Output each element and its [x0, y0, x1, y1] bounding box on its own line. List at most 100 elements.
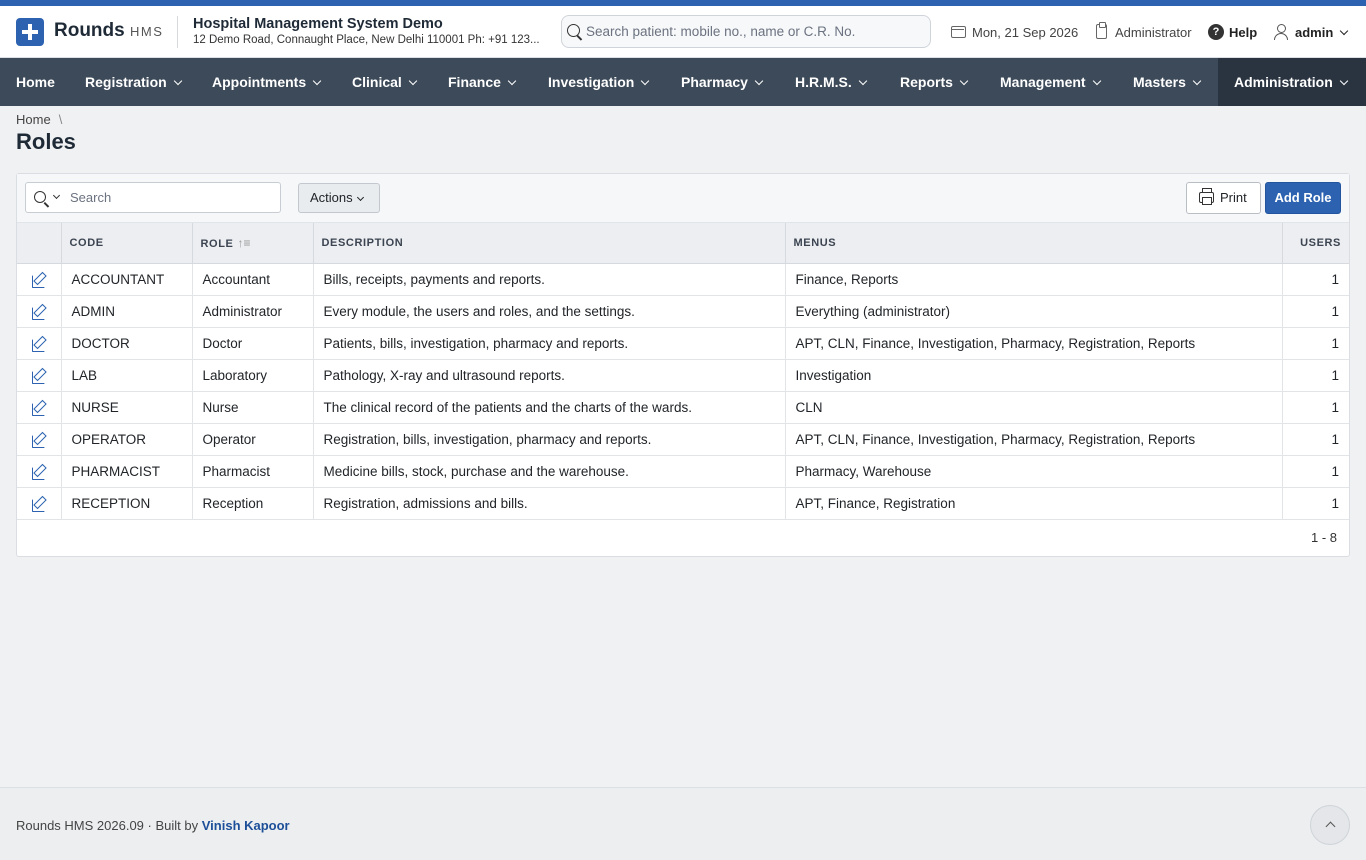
- edit-cell: [17, 423, 62, 456]
- cell-role: Doctor: [192, 327, 314, 360]
- chevron-down-icon: [1192, 76, 1202, 86]
- actions-label: Actions: [310, 190, 353, 205]
- nav-item-pharmacy[interactable]: Pharmacy: [665, 58, 779, 106]
- table-row: DOCTOR Doctor Patients, bills, investigati…: [17, 327, 1349, 360]
- cell-menus: APT, CLN, Finance, Investigation, Pharma…: [785, 423, 1283, 456]
- cell-code: NURSE: [61, 391, 193, 424]
- edit-cell: [17, 455, 62, 488]
- nav-item-label: Reports: [900, 74, 953, 90]
- help-icon[interactable]: ?: [1208, 24, 1224, 40]
- chevron-down-icon: [641, 76, 650, 86]
- nav-item-finance[interactable]: Finance: [432, 58, 532, 106]
- cell-code: ADMIN: [61, 295, 193, 328]
- nav-item-reports[interactable]: Reports: [884, 58, 984, 106]
- cell-role: Nurse: [192, 391, 314, 424]
- table-header-row: CODE ROLE ↑≡ DESCRIPTION MENUS USERS: [17, 223, 1349, 264]
- nav-item-label: Clinical: [352, 74, 402, 90]
- cell-description: Registration, admissions and bills.: [313, 487, 786, 520]
- table-row: ADMIN Administrator Every module, the user…: [17, 295, 1349, 328]
- cell-users: 1: [1282, 391, 1349, 424]
- add-role-button[interactable]: Add Role: [1265, 182, 1341, 214]
- breadcrumb-home[interactable]: Home: [16, 112, 51, 127]
- nav-item-label: Investigation: [548, 74, 635, 90]
- cell-code: PHARMACIST: [61, 455, 193, 488]
- col-code[interactable]: CODE: [61, 223, 193, 264]
- edit-icon[interactable]: [31, 465, 46, 480]
- brand-name[interactable]: Rounds: [54, 20, 125, 42]
- cell-description: The clinical record of the patients and …: [313, 391, 786, 424]
- sort-ascending-icon[interactable]: ↑≡: [237, 236, 250, 250]
- col-users[interactable]: USERS: [1282, 223, 1349, 264]
- cell-description: Patients, bills, investigation, pharmacy…: [313, 327, 786, 360]
- chevron-down-icon: [173, 76, 182, 86]
- chevron-down-icon: [1340, 26, 1349, 36]
- chevron-down-icon: [959, 76, 969, 86]
- edit-icon[interactable]: [31, 273, 46, 288]
- cell-role: Operator: [192, 423, 314, 456]
- cell-role: Pharmacist: [192, 455, 314, 488]
- table-row: RECEPTION Reception Registration, admissio…: [17, 487, 1349, 520]
- scroll-to-top-button[interactable]: [1310, 805, 1350, 845]
- edit-icon[interactable]: [31, 433, 46, 448]
- nav-item-clinical[interactable]: Clinical: [336, 58, 433, 106]
- nav-item-hrms[interactable]: H.R.M.S.: [779, 58, 884, 106]
- nav-item-masters[interactable]: Masters: [1117, 58, 1218, 106]
- patient-search-input[interactable]: [586, 17, 926, 46]
- search-icon: [567, 24, 580, 37]
- edit-icon[interactable]: [31, 497, 46, 512]
- table-row: NURSE Nurse The clinical record of the pat…: [17, 391, 1349, 424]
- table-row: OPERATOR Operator Registration, bills, inv…: [17, 423, 1349, 456]
- chevron-down-icon: [1339, 76, 1349, 86]
- print-button[interactable]: Print: [1186, 182, 1261, 214]
- cell-users: 1: [1282, 359, 1349, 392]
- col-description[interactable]: DESCRIPTION: [313, 223, 786, 264]
- current-role[interactable]: Administrator: [1115, 25, 1192, 40]
- edit-icon[interactable]: [31, 369, 46, 384]
- cell-menus: CLN: [785, 391, 1283, 424]
- col-menus[interactable]: MENUS: [785, 223, 1283, 264]
- help-link[interactable]: Help: [1229, 25, 1257, 40]
- plus-logo-icon[interactable]: [16, 18, 44, 46]
- nav-item-label: Management: [1000, 74, 1086, 90]
- edit-cell: [17, 359, 62, 392]
- nav-item-label: Appointments: [212, 74, 307, 90]
- nav-item-investigation[interactable]: Investigation: [532, 58, 665, 106]
- edit-icon[interactable]: [31, 305, 46, 320]
- user-menu[interactable]: admin: [1295, 25, 1349, 40]
- chevron-down-icon: [312, 76, 322, 86]
- col-role-label: ROLE: [200, 237, 234, 250]
- nav-item-appointments[interactable]: Appointments: [196, 58, 337, 106]
- footer-text: Rounds HMS 2026.09 · Built by Vinish Kap…: [16, 818, 290, 833]
- edit-cell: [17, 327, 62, 360]
- nav-item-label: Administration: [1234, 74, 1333, 90]
- nav-item-management[interactable]: Management: [984, 58, 1117, 106]
- cell-menus: APT, Finance, Registration: [785, 487, 1283, 520]
- table-search-input[interactable]: [70, 184, 275, 211]
- edit-icon[interactable]: [31, 401, 46, 416]
- actions-button[interactable]: Actions: [298, 183, 380, 213]
- col-role[interactable]: ROLE ↑≡: [192, 223, 314, 264]
- cell-description: Every module, the users and roles, and t…: [313, 295, 786, 328]
- nav-item-registration[interactable]: Registration: [69, 58, 197, 106]
- user-menu-label: admin: [1295, 25, 1334, 40]
- current-date: Mon, 21 Sep 2026: [972, 25, 1079, 40]
- edit-cell: [17, 487, 62, 520]
- hospital-address: 12 Demo Road, Connaught Place, New Delhi…: [193, 34, 540, 46]
- header-divider: [177, 16, 178, 48]
- nav-item-administration[interactable]: Administration: [1218, 58, 1366, 106]
- roles-card: Actions Print Add Role CODE ROLE↑≡ DESCR…: [16, 173, 1350, 557]
- author-link[interactable]: Vinish Kapoor: [202, 818, 290, 833]
- chevron-down-icon: [408, 76, 418, 86]
- cell-code: RECEPTION: [61, 487, 193, 520]
- search-icon[interactable]: [34, 191, 46, 203]
- nav-item-label: Finance: [448, 74, 501, 90]
- nav-item-label: Home: [16, 74, 55, 90]
- cell-role: Laboratory: [192, 359, 314, 392]
- cell-code: ACCOUNTANT: [61, 263, 193, 296]
- cell-role: Reception: [192, 487, 314, 520]
- nav-item-home[interactable]: Home: [0, 58, 69, 106]
- edit-icon[interactable]: [31, 337, 46, 352]
- chevron-down-icon[interactable]: [52, 191, 61, 200]
- main-nav: Home Registration Appointments Clinical …: [0, 58, 1366, 106]
- cell-users: 1: [1282, 295, 1349, 328]
